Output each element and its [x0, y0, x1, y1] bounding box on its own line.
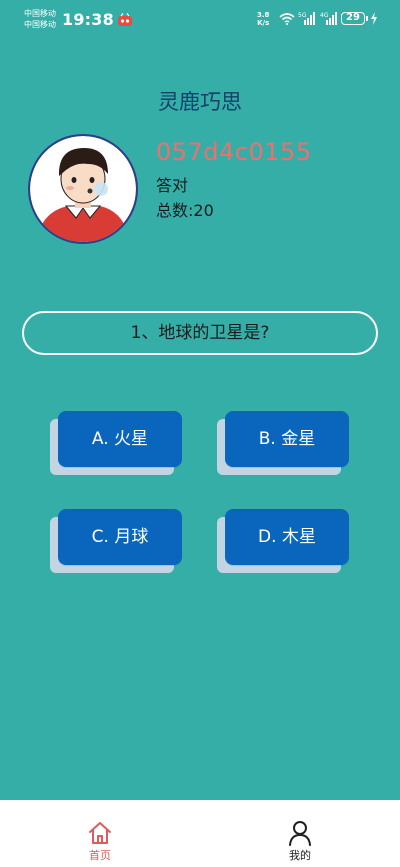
- option-a-button[interactable]: A. 火星: [58, 411, 182, 467]
- signal-1-label: 5G: [298, 12, 307, 19]
- carrier-1: 中国移动: [24, 9, 56, 18]
- option-c-button[interactable]: C. 月球: [58, 509, 182, 565]
- question-box: 1、地球的卫星是?: [22, 311, 378, 355]
- person-icon: [289, 821, 311, 846]
- option-b-button[interactable]: B. 金星: [225, 411, 349, 467]
- network-speed: 3.8 K/s: [257, 11, 269, 27]
- wifi-icon: [279, 13, 295, 25]
- tab-mine-label: 我的: [289, 849, 311, 862]
- carrier-2: 中国移动: [24, 20, 56, 29]
- status-bar: 中国移动 中国移动 19:38 3.8 K/s 5G 4G 29: [0, 0, 400, 38]
- battery-indicator: 29: [341, 12, 368, 25]
- option-c[interactable]: C. 月球: [50, 509, 182, 573]
- correct-count-label: 答对: [156, 176, 189, 195]
- option-d[interactable]: D. 木星: [217, 509, 349, 573]
- signal-strength-icon-1: 5G: [298, 12, 315, 25]
- avatar: [28, 134, 138, 244]
- charging-icon: [371, 12, 377, 25]
- tab-home-label: 首页: [89, 849, 111, 862]
- network-speed-value: 3.8: [257, 11, 270, 19]
- option-d-button[interactable]: D. 木星: [225, 509, 349, 565]
- user-id: 057d4c0155: [156, 138, 312, 166]
- home-icon: [89, 822, 111, 844]
- tab-home[interactable]: 首页: [0, 800, 200, 867]
- notification-app-icon: [118, 13, 132, 26]
- signal-2-label: 4G: [320, 12, 329, 19]
- option-a[interactable]: A. 火星: [50, 411, 182, 475]
- total-count-label: 总数:20: [156, 201, 214, 220]
- page-title: 灵鹿巧思: [158, 90, 242, 114]
- tab-mine[interactable]: 我的: [200, 800, 400, 867]
- network-speed-unit: K/s: [257, 19, 270, 27]
- carrier-info: 中国移动 中国移动: [24, 8, 56, 30]
- option-b[interactable]: B. 金星: [217, 411, 349, 475]
- bottom-tab-bar: 首页 我的: [0, 800, 400, 867]
- signal-strength-icon-2: 4G: [320, 12, 337, 25]
- status-time: 19:38: [62, 10, 114, 29]
